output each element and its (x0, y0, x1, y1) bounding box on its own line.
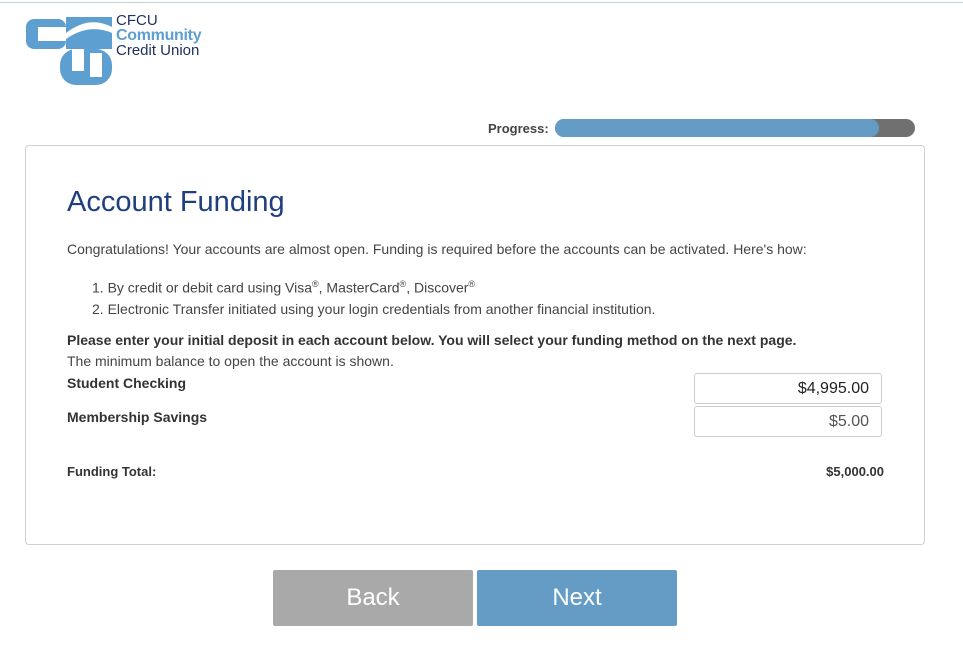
account-label-student-checking: Student Checking (67, 375, 187, 391)
step-text: , Discover (406, 279, 469, 296)
step-text: By credit or debit card using Visa (107, 279, 312, 296)
registered-mark: ® (311, 279, 319, 289)
back-button[interactable]: Back (273, 570, 473, 626)
logo-line-credit-union: Credit Union (116, 42, 200, 59)
progress-bar-fill (555, 119, 879, 137)
cfcu-logo-mark-icon (26, 17, 112, 85)
account-funding-card: Account Funding Congratulations! Your ac… (25, 145, 925, 545)
cfcu-logo[interactable]: CFCU Community Credit Union (26, 13, 216, 87)
page-title: Account Funding (67, 186, 285, 218)
list-item: 1. By credit or debit card using Visa®, … (92, 274, 655, 299)
logo-line-cfcu: CFCU (116, 12, 158, 29)
progress-bar (555, 119, 915, 137)
step-text: , MasterCard (318, 279, 400, 296)
logo-wordmark: CFCU Community Credit Union (116, 12, 202, 59)
next-button[interactable]: Next (477, 570, 677, 626)
registered-mark: ® (468, 279, 476, 289)
logo-line-community: Community (116, 27, 202, 44)
progress-label: Progress: (488, 121, 549, 136)
step-number: 2. (92, 300, 104, 317)
deposit-instruction: Please enter your initial deposit in eac… (67, 332, 797, 348)
membership-savings-amount-input[interactable] (694, 406, 882, 437)
list-item: 2. Electronic Transfer initiated using y… (92, 299, 655, 320)
account-label-membership-savings: Membership Savings (67, 409, 208, 425)
min-balance-note: The minimum balance to open the account … (67, 353, 394, 369)
top-divider (0, 2, 963, 3)
funding-total-value: $5,000.00 (826, 464, 884, 479)
step-number: 1. (92, 279, 104, 296)
funding-steps-list: 1. By credit or debit card using Visa®, … (92, 274, 655, 320)
funding-total-label: Funding Total: (67, 464, 157, 479)
step-text: Electronic Transfer initiated using your… (107, 300, 656, 317)
student-checking-amount-input[interactable] (694, 373, 882, 404)
intro-text: Congratulations! Your accounts are almos… (67, 241, 807, 257)
